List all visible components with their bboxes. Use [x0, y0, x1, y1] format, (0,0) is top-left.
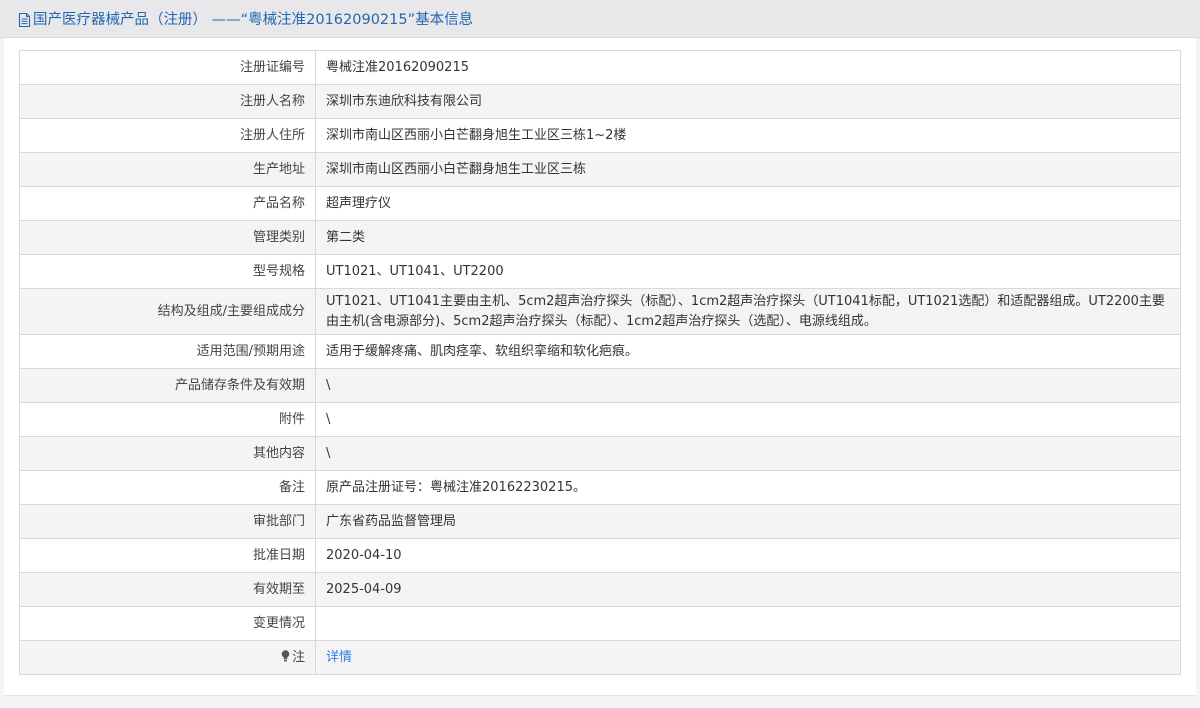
row-value: \ — [315, 368, 1181, 403]
row-value: 2020-04-10 — [315, 538, 1181, 573]
table-row: 产品名称 超声理疗仪 — [19, 186, 1181, 221]
note-label-cell: 注 — [19, 640, 316, 675]
row-value: \ — [315, 402, 1181, 437]
row-value: 深圳市东迪欣科技有限公司 — [315, 84, 1181, 119]
table-row-note: 注 详情 — [19, 640, 1181, 675]
row-value: 深圳市南山区西丽小白芒翻身旭生工业区三栋1~2楼 — [315, 118, 1181, 153]
info-panel: 注册证编号 粤械注准20162090215 注册人名称 深圳市东迪欣科技有限公司… — [4, 38, 1196, 696]
header-bar: 国产医疗器械产品（注册） ——“粤械注准20162090215”基本信息 — [0, 0, 1200, 38]
table-row: 结构及组成/主要组成成分 UT1021、UT1041主要由主机、5cm2超声治疗… — [19, 288, 1181, 335]
row-value: 超声理疗仪 — [315, 186, 1181, 221]
row-value: 2025-04-09 — [315, 572, 1181, 607]
row-label: 注册人住所 — [19, 118, 316, 153]
row-label: 注册证编号 — [19, 50, 316, 85]
row-label: 附件 — [19, 402, 316, 437]
row-label: 审批部门 — [19, 504, 316, 539]
table-row: 备注 原产品注册证号：粤械注准20162230215。 — [19, 470, 1181, 505]
table-row: 注册人住所 深圳市南山区西丽小白芒翻身旭生工业区三栋1~2楼 — [19, 118, 1181, 153]
row-value: 粤械注准20162090215 — [315, 50, 1181, 85]
row-label: 产品名称 — [19, 186, 316, 221]
table-row: 变更情况 — [19, 606, 1181, 641]
row-label: 适用范围/预期用途 — [19, 334, 316, 369]
row-label: 备注 — [19, 470, 316, 505]
row-value: 广东省药品监督管理局 — [315, 504, 1181, 539]
basic-info-table: 注册证编号 粤械注准20162090215 注册人名称 深圳市东迪欣科技有限公司… — [19, 50, 1181, 675]
row-value: 深圳市南山区西丽小白芒翻身旭生工业区三栋 — [315, 152, 1181, 187]
table-row: 附件 \ — [19, 402, 1181, 437]
row-label: 生产地址 — [19, 152, 316, 187]
table-row: 批准日期 2020-04-10 — [19, 538, 1181, 573]
page-title: 国产医疗器械产品（注册） ——“粤械注准20162090215”基本信息 — [33, 12, 474, 28]
row-label: 其他内容 — [19, 436, 316, 471]
table-row: 其他内容 \ — [19, 436, 1181, 471]
table-row: 适用范围/预期用途 适用于缓解疼痛、肌肉痉挛、软组织挛缩和软化疤痕。 — [19, 334, 1181, 369]
table-row: 有效期至 2025-04-09 — [19, 572, 1181, 607]
table-row: 审批部门 广东省药品监督管理局 — [19, 504, 1181, 539]
row-value: 原产品注册证号：粤械注准20162230215。 — [315, 470, 1181, 505]
row-label: 注册人名称 — [19, 84, 316, 119]
row-label: 管理类别 — [19, 220, 316, 255]
details-link[interactable]: 详情 — [326, 650, 352, 665]
row-label: 变更情况 — [19, 606, 316, 641]
row-value: \ — [315, 436, 1181, 471]
lightbulb-icon — [281, 649, 290, 661]
note-label: 注 — [291, 649, 305, 665]
row-label: 产品储存条件及有效期 — [19, 368, 316, 403]
row-value: UT1021、UT1041、UT2200 — [315, 254, 1181, 289]
row-label: 型号规格 — [19, 254, 316, 289]
table-row: 生产地址 深圳市南山区西丽小白芒翻身旭生工业区三栋 — [19, 152, 1181, 187]
page: 国产医疗器械产品（注册） ——“粤械注准20162090215”基本信息 注册证… — [0, 0, 1200, 708]
row-label: 结构及组成/主要组成成分 — [19, 288, 316, 335]
row-label: 有效期至 — [19, 572, 316, 607]
document-icon — [18, 12, 31, 27]
row-value: 第二类 — [315, 220, 1181, 255]
row-value: 适用于缓解疼痛、肌肉痉挛、软组织挛缩和软化疤痕。 — [315, 334, 1181, 369]
table-row: 管理类别 第二类 — [19, 220, 1181, 255]
note-value-cell: 详情 — [315, 640, 1181, 675]
row-label: 批准日期 — [19, 538, 316, 573]
table-row: 型号规格 UT1021、UT1041、UT2200 — [19, 254, 1181, 289]
table-row: 产品储存条件及有效期 \ — [19, 368, 1181, 403]
table-row: 注册证编号 粤械注准20162090215 — [19, 50, 1181, 85]
table-row: 注册人名称 深圳市东迪欣科技有限公司 — [19, 84, 1181, 119]
row-value: UT1021、UT1041主要由主机、5cm2超声治疗探头（标配）、1cm2超声… — [315, 288, 1181, 335]
row-value — [315, 606, 1181, 641]
